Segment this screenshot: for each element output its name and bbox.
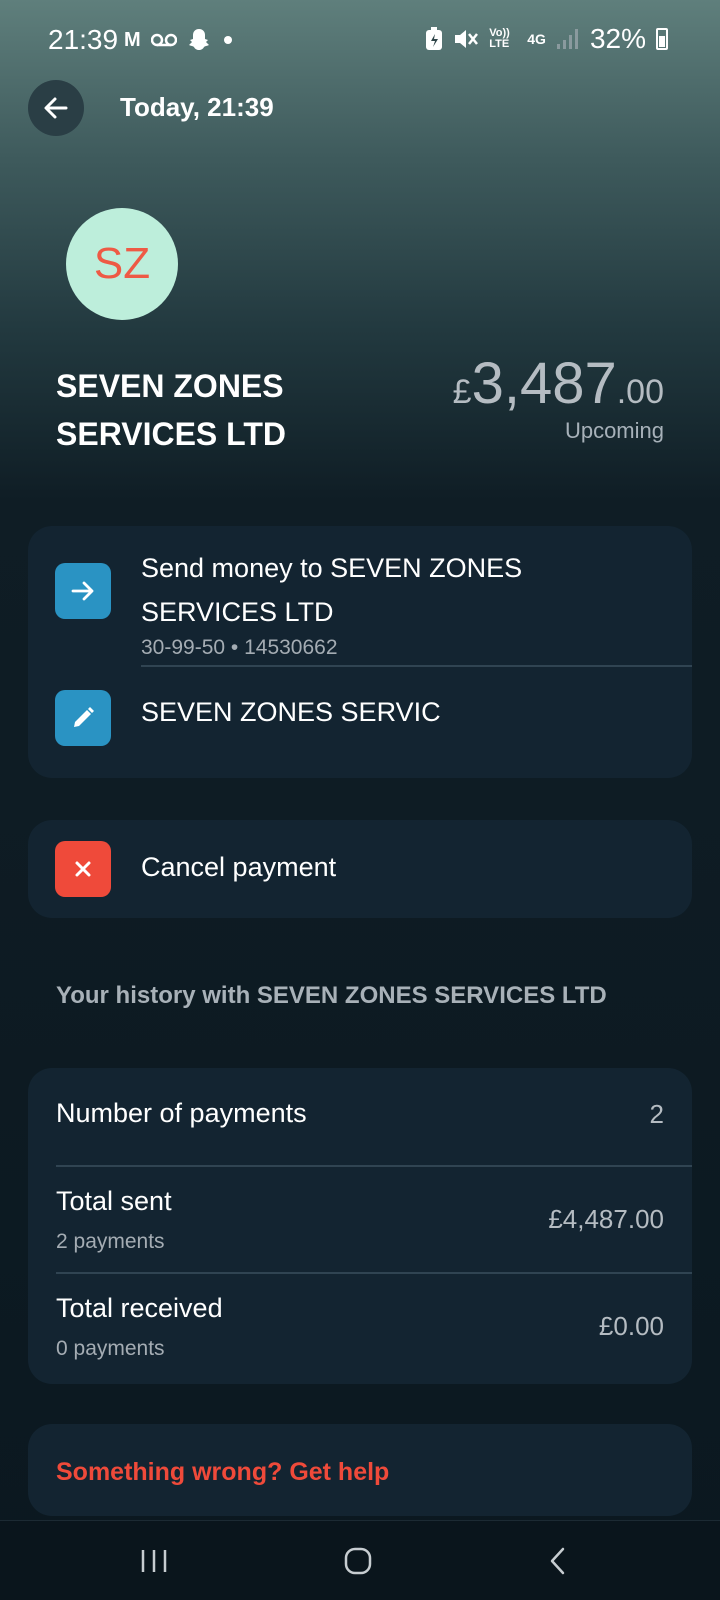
amount-currency: £ bbox=[452, 373, 472, 411]
get-help-button[interactable]: Something wrong? Get help bbox=[28, 1424, 692, 1516]
notification-icons: M bbox=[124, 24, 235, 56]
status-badge: Upcoming bbox=[564, 418, 664, 443]
recent-apps-icon bbox=[141, 1550, 167, 1572]
avatar: SZ bbox=[66, 208, 178, 320]
home-icon bbox=[344, 1547, 372, 1575]
transaction-amount: £3,487.00 bbox=[453, 350, 664, 417]
history-row-label: Number of payments bbox=[56, 1098, 307, 1128]
system-icons: Vo)) LTE 4G 32% bbox=[425, 22, 668, 56]
divider bbox=[56, 1165, 692, 1167]
home-button[interactable] bbox=[328, 1541, 388, 1581]
pencil-icon bbox=[55, 690, 111, 746]
history-heading: Your history with SEVEN ZONES SERVICES L… bbox=[56, 982, 607, 1009]
voicemail-icon bbox=[150, 33, 177, 47]
signal-icon bbox=[556, 29, 578, 49]
arrow-left-icon bbox=[44, 97, 68, 119]
history-row-value: £0.00 bbox=[598, 1311, 664, 1341]
battery-icon bbox=[656, 28, 668, 50]
merchant-name: SEVEN ZONES SERVICES LTD bbox=[56, 368, 286, 452]
send-money-row[interactable]: Send money to SEVEN ZONES SERVICES LTD 3… bbox=[28, 526, 692, 666]
snapchat-icon bbox=[188, 29, 209, 50]
close-icon bbox=[55, 841, 111, 897]
divider bbox=[56, 1272, 692, 1274]
battery-percentage: 32% bbox=[589, 23, 646, 54]
reference-row[interactable]: SEVEN ZONES SERVIC bbox=[28, 667, 692, 778]
payment-actions-card: Send money to SEVEN ZONES SERVICES LTD 3… bbox=[28, 526, 692, 778]
send-arrow-icon bbox=[55, 563, 111, 619]
amount-whole: 3,487 bbox=[471, 351, 617, 416]
history-row-sub: 2 payments bbox=[56, 1230, 165, 1253]
history-row-label: Total sent bbox=[56, 1186, 172, 1216]
payment-reference: SEVEN ZONES SERVIC bbox=[141, 697, 441, 727]
volte-icon: Vo)) LTE bbox=[489, 27, 510, 50]
chevron-left-icon bbox=[550, 1547, 565, 1575]
history-row-sub: 0 payments bbox=[56, 1337, 165, 1360]
mute-icon bbox=[455, 30, 479, 48]
account-details: 30-99-50 • 14530662 bbox=[141, 636, 338, 659]
recent-apps-button[interactable] bbox=[124, 1541, 184, 1581]
history-row-value: £4,487.00 bbox=[548, 1204, 664, 1234]
send-money-label: Send money to SEVEN ZONES SERVICES LTD bbox=[141, 553, 523, 627]
gmail-icon: M bbox=[124, 28, 141, 51]
history-card: Number of payments 2 Total sent 2 paymen… bbox=[28, 1068, 692, 1384]
history-row-label: Total received bbox=[56, 1293, 223, 1323]
history-row-value: 2 bbox=[649, 1099, 664, 1129]
get-help-label: Something wrong? Get help bbox=[56, 1458, 390, 1486]
battery-saver-icon bbox=[426, 27, 443, 50]
cancel-payment-label: Cancel payment bbox=[141, 852, 337, 882]
avatar-initials: SZ bbox=[93, 239, 151, 288]
cancel-payment-button[interactable]: Cancel payment bbox=[28, 820, 692, 918]
system-nav-bar bbox=[0, 1520, 720, 1600]
page-title: Today, 21:39 bbox=[120, 92, 274, 122]
back-nav-button[interactable] bbox=[528, 1541, 588, 1581]
network-type: 4G bbox=[527, 31, 546, 47]
back-button[interactable] bbox=[28, 80, 84, 136]
status-time: 21:39 bbox=[48, 24, 119, 55]
status-bar: 21:39 M Vo)) LTE 4G 32% bbox=[0, 0, 720, 80]
amount-decimal: .00 bbox=[616, 373, 664, 411]
dot-icon bbox=[223, 36, 232, 44]
